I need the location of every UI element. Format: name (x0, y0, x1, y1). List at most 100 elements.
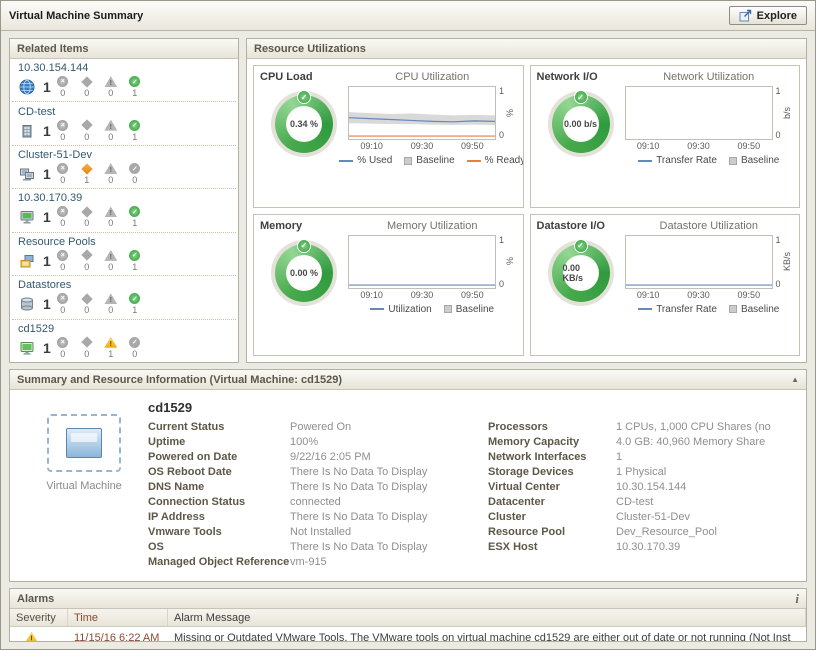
network-utilization-chart[interactable] (625, 86, 773, 140)
field-value: There Is No Data To Display (290, 481, 488, 493)
gauge-status-check-icon: ✓ (574, 239, 588, 253)
baseline-box-swatch (444, 305, 452, 313)
warning-status[interactable]: !0 (99, 293, 123, 315)
normal-status[interactable]: ✓0 (123, 337, 147, 359)
critical-count: 0 (84, 88, 89, 98)
critical-status[interactable]: 1 (75, 163, 99, 185)
related-item-name[interactable]: Cluster-51-Dev (18, 149, 230, 161)
critical-status[interactable]: 0 (75, 76, 99, 98)
related-item-name[interactable]: cd1529 (18, 323, 230, 335)
cpu-load-gauge[interactable]: 0.34 % ✓ (275, 95, 333, 153)
critical-status[interactable]: 0 (75, 120, 99, 142)
time-column-header[interactable]: Time (68, 609, 168, 626)
x-tick: 09:30 (687, 141, 710, 151)
normal-status[interactable]: ✓1 (123, 206, 147, 228)
info-icon[interactable]: i (795, 591, 799, 607)
alarm-row[interactable]: ! 11/15/16 6:22 AM Missing or Outdated V… (10, 627, 806, 642)
field-label: ESX Host (488, 541, 616, 553)
vm-figure: Virtual Machine (20, 400, 148, 577)
alarm-time: 11/15/16 6:22 AM (68, 632, 168, 642)
related-item-name[interactable]: Resource Pools (18, 236, 230, 248)
network-quadrant: Network I/O 0.00 b/s ✓ Network Utilizati… (530, 65, 801, 208)
gauge-status-check-icon: ✓ (297, 239, 311, 253)
fatal-status[interactable]: ×0 (51, 76, 75, 98)
field-label: Powered on Date (148, 451, 290, 463)
related-item-row-datastores[interactable]: Datastores 1 ×0 0 !0 ✓1 (12, 276, 236, 319)
warning-status[interactable]: !0 (99, 250, 123, 272)
critical-status[interactable]: 0 (75, 337, 99, 359)
datastore-icon (18, 296, 35, 313)
field-value: Cluster-51-Dev (616, 511, 800, 523)
x-tick: 09:10 (637, 290, 660, 300)
memory-gauge-label: Memory (260, 220, 348, 232)
related-item-row-vm[interactable]: cd1529 1 ×0 0 !1 ✓0 (12, 320, 236, 362)
fatal-status[interactable]: ×0 (51, 163, 75, 185)
severity-column-header[interactable]: Severity (10, 609, 68, 626)
related-item-row-datacenter[interactable]: CD-test 1 ×0 0 !0 ✓1 (12, 102, 236, 145)
warning-status[interactable]: !0 (99, 206, 123, 228)
cpu-utilization-chart[interactable] (348, 86, 496, 140)
fatal-status[interactable]: ×0 (51, 206, 75, 228)
warning-status[interactable]: !0 (99, 163, 123, 185)
memory-quadrant: Memory 0.00 % ✓ Memory Utilization (253, 214, 524, 357)
warning-status[interactable]: !1 (99, 337, 123, 359)
message-column-header[interactable]: Alarm Message (168, 609, 806, 626)
related-item-name[interactable]: CD-test (18, 106, 230, 118)
warning-count: 0 (108, 218, 113, 228)
related-item-row-cluster[interactable]: Cluster-51-Dev 1 ×0 1 !0 ✓0 (12, 146, 236, 189)
fatal-status[interactable]: ×0 (51, 120, 75, 142)
critical-status[interactable]: 0 (75, 250, 99, 272)
legend-label: Transfer Rate (656, 155, 717, 166)
normal-status[interactable]: ✓1 (123, 120, 147, 142)
normal-status[interactable]: ✓0 (123, 163, 147, 185)
cpu-chart-x-axis: 09:10 09:30 09:50 (348, 140, 496, 152)
related-item-name[interactable]: 10.30.154.144 (18, 62, 230, 74)
memory-utilization-chart[interactable] (348, 235, 496, 289)
critical-icon (81, 337, 92, 348)
warning-status[interactable]: !0 (99, 120, 123, 142)
warning-status[interactable]: !0 (99, 76, 123, 98)
fatal-status[interactable]: ×0 (51, 337, 75, 359)
datacenter-icon (18, 122, 35, 139)
related-item-row-vcenter[interactable]: 10.30.154.144 1 ×0 0 !0 ✓1 (12, 59, 236, 102)
fatal-icon: × (57, 337, 68, 348)
normal-status[interactable]: ✓1 (123, 293, 147, 315)
y-unit-label: KB/s (782, 252, 792, 271)
baseline-box-swatch (729, 157, 737, 165)
normal-icon: ✓ (129, 163, 140, 174)
related-items-list: 10.30.154.144 1 ×0 0 !0 ✓1 CD-test (10, 59, 238, 362)
normal-status[interactable]: ✓1 (123, 250, 147, 272)
critical-icon (81, 119, 92, 130)
collapse-icon[interactable]: ▲ (791, 375, 799, 384)
normal-count: 1 (132, 305, 137, 315)
field-value: 100% (290, 436, 488, 448)
fatal-status[interactable]: ×0 (51, 250, 75, 272)
critical-status[interactable]: 0 (75, 293, 99, 315)
related-item-name[interactable]: 10.30.170.39 (18, 192, 230, 204)
network-io-gauge[interactable]: 0.00 b/s ✓ (552, 95, 610, 153)
vm-icon-caption: Virtual Machine (46, 480, 122, 492)
legend-label: Transfer Rate (656, 304, 717, 315)
related-item-row-host[interactable]: 10.30.170.39 1 ×0 0 !0 ✓1 (12, 189, 236, 232)
memory-gauge[interactable]: 0.00 % ✓ (275, 244, 333, 302)
explore-button[interactable]: Explore (729, 6, 807, 25)
field-value: 9/22/16 2:05 PM (290, 451, 488, 463)
fatal-status[interactable]: ×0 (51, 293, 75, 315)
normal-count: 1 (132, 132, 137, 142)
summary-body: Virtual Machine cd1529 Current StatusPow… (10, 390, 806, 581)
datastore-io-gauge[interactable]: 0.00 KB/s ✓ (552, 244, 610, 302)
normal-count: 1 (132, 88, 137, 98)
datastore-utilization-chart[interactable] (625, 235, 773, 289)
normal-status[interactable]: ✓1 (123, 76, 147, 98)
titlebar: Virtual Machine Summary Explore (1, 1, 815, 31)
virtual-machine-large-icon (47, 414, 121, 472)
critical-status[interactable]: 0 (75, 206, 99, 228)
related-items-panel: Related Items 10.30.154.144 1 ×0 0 !0 ✓1 (9, 38, 239, 363)
legend-label: Baseline (456, 304, 494, 315)
related-item-name[interactable]: Datastores (18, 279, 230, 291)
fatal-icon: × (57, 163, 68, 174)
summary-panel: Summary and Resource Information (Virtua… (9, 369, 807, 582)
field-label: Cluster (488, 511, 616, 523)
legend-label: Baseline (416, 155, 454, 166)
related-item-row-resource-pools[interactable]: Resource Pools 1 ×0 0 !0 ✓1 (12, 233, 236, 276)
